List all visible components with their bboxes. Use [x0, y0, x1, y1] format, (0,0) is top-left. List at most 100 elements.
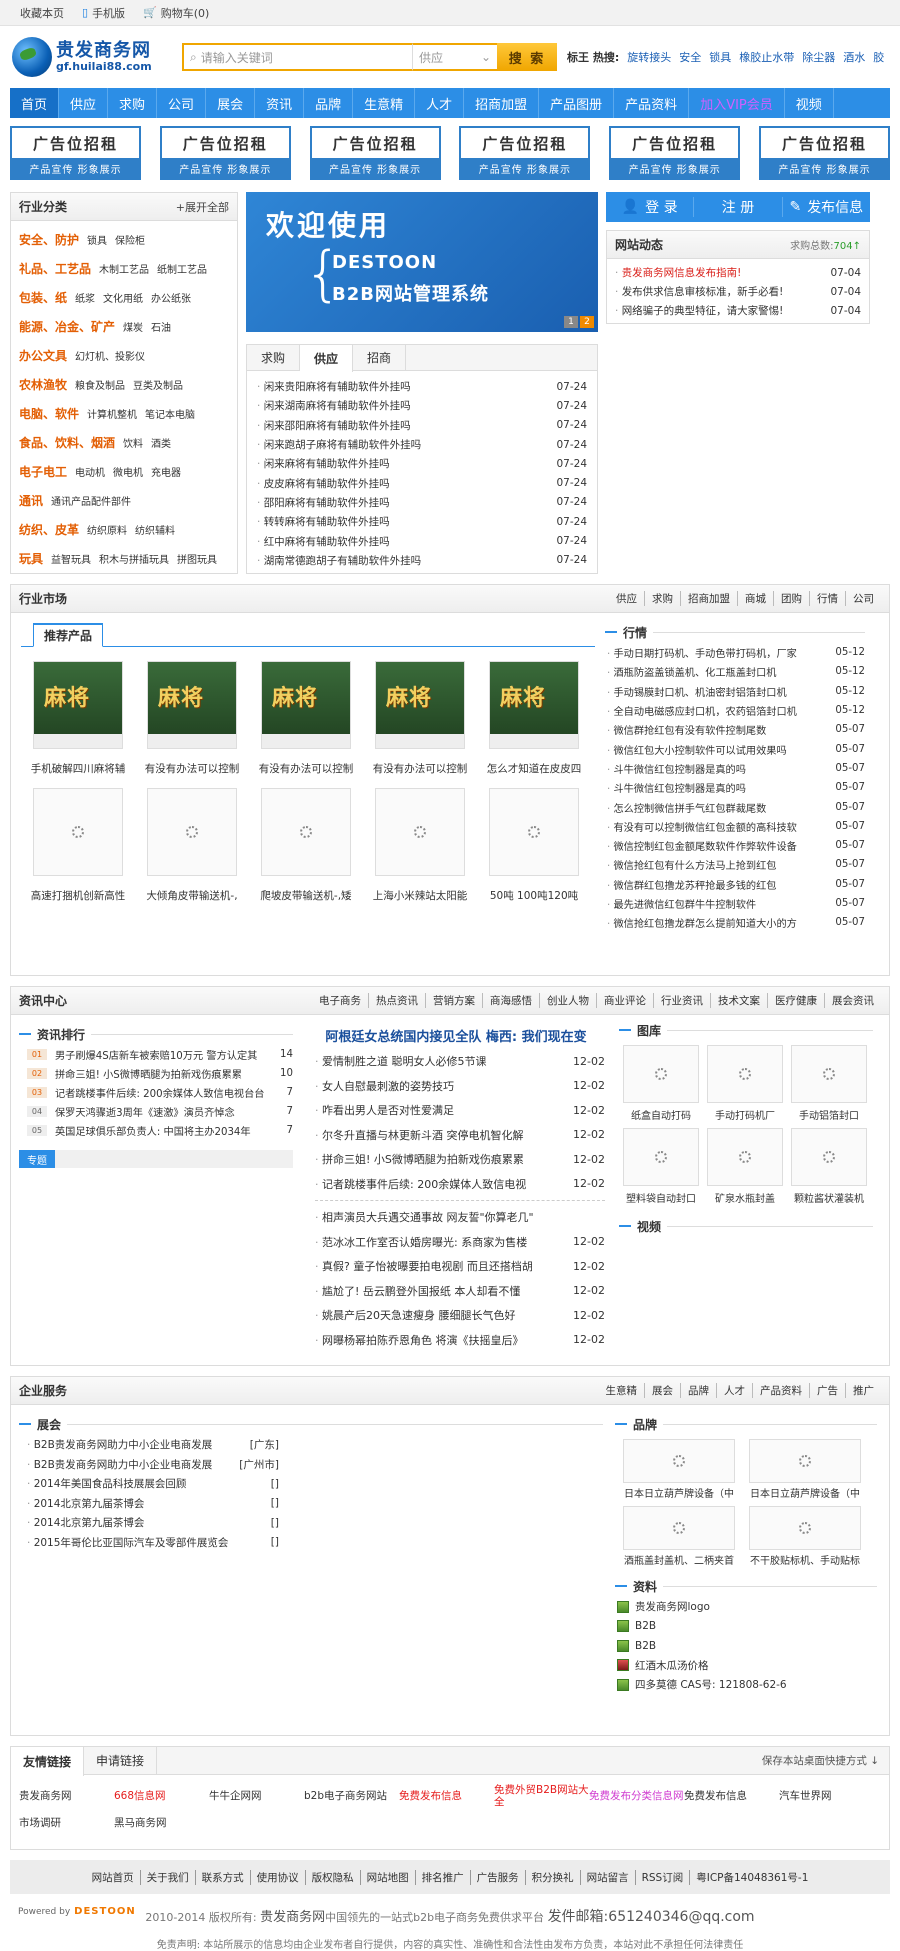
trade-item-link[interactable]: 闲来湖南麻将有辅助软件外挂吗 — [257, 398, 411, 413]
hot-keyword[interactable]: 胶 — [873, 49, 884, 65]
trade-item-link[interactable]: 转转麻将有辅助软件外挂吗 — [257, 514, 390, 529]
brand-image[interactable] — [749, 1506, 861, 1550]
expo-link[interactable]: 2014年美国食品科技展展会回顾 — [27, 1476, 187, 1491]
quote-link[interactable]: 微信控制红包金额尾数软件作弊软件设备 — [607, 838, 821, 853]
expo-link[interactable]: 2014北京第九届茶博会 — [27, 1496, 145, 1511]
gallery-item[interactable]: 手动铝箔封口 — [791, 1045, 867, 1122]
product-title[interactable]: 有没有办法可以控制 — [363, 761, 477, 776]
gallery-caption[interactable]: 纸盒自动打码 — [623, 1107, 699, 1122]
category-sub-link[interactable]: 文化用纸 — [103, 290, 143, 305]
tab-apply-link[interactable]: 申请链接 — [84, 1747, 158, 1774]
category-sub-link[interactable]: 锁具 — [87, 232, 107, 247]
expand-all-link[interactable]: +展开全部 — [176, 199, 229, 215]
brand-caption[interactable]: 不干胶贴标机、手动贴标 — [749, 1552, 861, 1567]
brand-item[interactable]: 日本日立葫芦牌设备（中 — [623, 1439, 735, 1500]
product-card[interactable]: 麻将 怎么才知道在皮皮四 — [477, 661, 591, 776]
news-link[interactable]: 女人自慰最刺激的姿势技巧 — [315, 1078, 555, 1094]
category-sub-link[interactable]: 积木与拼插玩具 — [99, 551, 169, 566]
category-sub-link[interactable]: 微电机 — [113, 464, 143, 479]
nav-docs[interactable]: 产品资料 — [614, 88, 690, 118]
news-category-link[interactable]: 创业人物 — [539, 993, 596, 1008]
category-sub-link[interactable]: 豆类及制品 — [133, 377, 183, 392]
gallery-image[interactable] — [791, 1128, 867, 1186]
category-main-link[interactable]: 农林渔牧 — [19, 376, 67, 393]
footer-nav-link[interactable]: 网站留言 — [579, 1869, 635, 1885]
quote-link[interactable]: 微信群抢红包有没有软件控制尾数 — [607, 722, 821, 737]
trade-item-link[interactable]: 闲来跑胡子麻将有辅助软件外挂吗 — [257, 437, 422, 452]
quote-link[interactable]: 全自动电磁感应封口机，农药铝箔封口机 — [607, 703, 821, 718]
category-main-link[interactable]: 电子电工 — [19, 463, 67, 480]
market-link[interactable]: 行情 — [809, 591, 845, 606]
footer-nav-link[interactable]: 使用协议 — [249, 1869, 305, 1885]
trade-item-link[interactable]: 红中麻将有辅助软件外挂吗 — [257, 534, 390, 549]
news-link[interactable]: 姚晨产后20天急速瘦身 腰细腿长气色好 — [315, 1307, 555, 1323]
doc-link[interactable]: 四多莫德 CAS号: 121808-62-6 — [635, 1677, 787, 1692]
product-card[interactable]: 上海小米辣站太阳能 — [363, 788, 477, 903]
brand-image[interactable] — [623, 1506, 735, 1550]
quote-link[interactable]: 斗牛微信红包控制器是真的吗 — [607, 780, 821, 795]
product-title[interactable]: 大倾角皮带输送机-, — [135, 888, 249, 903]
product-card[interactable]: 50吨 100吨120吨 — [477, 788, 591, 903]
gallery-item[interactable]: 塑料袋自动封口 — [623, 1128, 699, 1205]
gallery-item[interactable]: 颗粒酱状灌装机 — [791, 1128, 867, 1205]
news-link[interactable]: 范冰冰工作室否认婚房曝光: 系商家为售楼 — [315, 1234, 555, 1250]
news-link[interactable]: 尴尬了! 岳云鹏登外国报纸 本人却看不懂 — [315, 1283, 555, 1299]
banner-page-2[interactable]: 2 — [580, 316, 594, 328]
gallery-caption[interactable]: 手动打码机厂 — [707, 1107, 783, 1122]
category-sub-link[interactable]: 石油 — [151, 319, 171, 334]
category-sub-link[interactable]: 粮食及制品 — [75, 377, 125, 392]
trade-item-link[interactable]: 皮皮麻将有辅助软件外挂吗 — [257, 476, 390, 491]
category-main-link[interactable]: 安全、防护 — [19, 231, 79, 248]
market-link[interactable]: 供应 — [609, 591, 644, 606]
gallery-item[interactable]: 纸盒自动打码 — [623, 1045, 699, 1122]
news-link[interactable]: 网曝杨幂拍陈乔恩角色 将演《扶摇皇后》 — [315, 1332, 555, 1348]
tab-friend-links[interactable]: 友情链接 — [11, 1747, 85, 1776]
hot-keyword[interactable]: 锁具 — [709, 49, 731, 65]
nav-video[interactable]: 视频 — [785, 88, 834, 118]
nav-company[interactable]: 公司 — [157, 88, 207, 118]
footer-nav-link[interactable]: 版权隐私 — [304, 1869, 360, 1885]
footer-nav-link[interactable]: 粤ICP备14048361号-1 — [689, 1869, 814, 1885]
friend-link[interactable]: 汽车世界网 — [779, 1783, 874, 1810]
quote-link[interactable]: 手动日期打码机、手动色带打码机，厂家 — [607, 645, 821, 660]
product-image[interactable]: 麻将 — [375, 661, 465, 749]
product-image[interactable] — [489, 788, 579, 876]
product-card[interactable]: 高速打捆机创新高性 — [21, 788, 135, 903]
service-link[interactable]: 广告 — [809, 1383, 845, 1398]
news-category-link[interactable]: 电子商务 — [312, 993, 368, 1008]
service-link[interactable]: 生意精 — [599, 1383, 645, 1398]
news-link[interactable]: 尔冬升直播与林更新斗酒 突停电机智化解 — [315, 1127, 555, 1143]
news-link[interactable]: 记者跳楼事件后续: 200余媒体人致信电视 — [315, 1176, 555, 1192]
quote-link[interactable]: 酒瓶防盗盖锁盖机、化工瓶盖封口机 — [607, 664, 821, 679]
product-card[interactable]: 大倾角皮带输送机-, — [135, 788, 249, 903]
news-category-link[interactable]: 商海感悟 — [482, 993, 539, 1008]
quote-link[interactable]: 微信红包大小控制软件可以试用效果吗 — [607, 742, 821, 757]
product-title[interactable]: 50吨 100吨120吨 — [477, 888, 591, 903]
news-link[interactable]: 拼命三姐! 小S微博晒腿为拍新戏伤痕累累 — [315, 1151, 555, 1167]
product-title[interactable]: 有没有办法可以控制 — [135, 761, 249, 776]
category-main-link[interactable]: 能源、冶金、矿产 — [19, 318, 115, 335]
quote-link[interactable]: 怎么控制微信拼手气红包群裁尾数 — [607, 800, 821, 815]
product-image[interactable]: 麻将 — [489, 661, 579, 749]
news-category-link[interactable]: 商业评论 — [596, 993, 653, 1008]
gallery-caption[interactable]: 塑料袋自动封口 — [623, 1190, 699, 1205]
gallery-image[interactable] — [623, 1045, 699, 1103]
product-image[interactable] — [147, 788, 237, 876]
category-main-link[interactable]: 礼品、工艺品 — [19, 260, 91, 277]
category-sub-link[interactable]: 保险柜 — [115, 232, 145, 247]
category-main-link[interactable]: 办公文具 — [19, 347, 67, 364]
tab-invest[interactable]: 招商 — [353, 345, 407, 370]
category-sub-link[interactable]: 纸浆 — [75, 290, 95, 305]
news-category-link[interactable]: 展会资讯 — [824, 993, 881, 1008]
product-image[interactable]: 麻将 — [147, 661, 237, 749]
publish-button[interactable]: ✎ 发布信息 — [783, 197, 870, 217]
ad-slot[interactable]: 广告位招租 产品宣传 形象展示 — [758, 126, 890, 180]
tab-buy[interactable]: 求购 — [247, 345, 301, 370]
footer-nav-link[interactable]: RSS订阅 — [634, 1869, 690, 1885]
search-type-select[interactable]: 供应 ⌄ — [412, 43, 497, 71]
gallery-image[interactable] — [623, 1128, 699, 1186]
rank-link[interactable]: 拼命三姐! 小S微博晒腿为拍新戏伤痕累累 — [55, 1066, 269, 1081]
quote-link[interactable]: 微信群红包撸龙苏秤抢最多钱的红包 — [607, 877, 821, 892]
expo-link[interactable]: B2B贵发商务网助力中小企业电商发展 — [27, 1457, 213, 1472]
friend-link[interactable]: 市场调研 — [19, 1810, 114, 1837]
